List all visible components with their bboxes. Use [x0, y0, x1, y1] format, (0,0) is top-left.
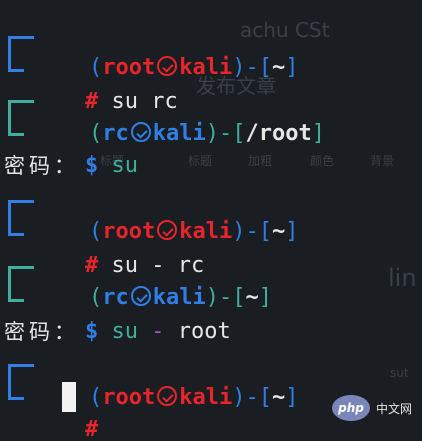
- prompt-bracket-bottom: [8, 218, 24, 236]
- command-line-2: $ su: [32, 118, 138, 178]
- command-flag: -: [151, 319, 165, 344]
- prompt-bracket-top: [8, 266, 34, 286]
- prompt-header-2: (rc kali)-[/root]: [88, 121, 325, 146]
- prompt-bracket-bottom: [8, 382, 24, 400]
- prompt-bracket-top: [8, 364, 34, 384]
- prompt-path: ~: [245, 285, 259, 310]
- command-line-3: # su - rc: [32, 218, 204, 278]
- command-line-4: $ su - root: [32, 284, 231, 344]
- prompt-bracket-bottom: [8, 284, 24, 302]
- prompt-host: kali: [152, 121, 206, 146]
- kali-icon: [157, 386, 178, 406]
- prompt-header-3: (root kali)-[~]: [88, 219, 299, 244]
- prompt-bracket-bottom: [8, 54, 24, 72]
- prompt-header-1: (root kali)-[~]: [88, 55, 299, 80]
- prompt-bracket-top: [8, 36, 34, 56]
- prompt-header-4: (rc kali)-[~]: [88, 285, 272, 310]
- prompt-path: /root: [245, 121, 312, 146]
- prompt-user: root: [102, 385, 156, 410]
- command-arg: root: [177, 319, 231, 344]
- prompt-bracket-top: [8, 100, 34, 120]
- password-prompt-1: 密码：: [4, 154, 79, 178]
- ghost-toolbar-5: 背景: [370, 154, 395, 168]
- prompt-bracket-top: [8, 200, 34, 220]
- prompt-header-5: (root kali)-[~]: [88, 385, 299, 410]
- command-line-1: # su rc: [32, 54, 178, 114]
- prompt-host: kali: [179, 385, 233, 410]
- prompt-path: ~: [271, 219, 286, 244]
- watermark: php 中文网: [331, 395, 412, 421]
- php-logo-icon: php: [331, 395, 370, 421]
- command-text: su: [111, 319, 138, 344]
- prompt-symbol: $: [84, 319, 99, 344]
- password-prompt-2: 密码：: [4, 320, 79, 344]
- terminal-cursor[interactable]: [62, 382, 76, 412]
- watermark-text: 中文网: [375, 401, 412, 416]
- ghost-side-1: lin: [388, 264, 417, 292]
- ghost-toolbar-2: 标题: [188, 154, 213, 168]
- prompt-path: ~: [271, 385, 286, 410]
- prompt-host: kali: [179, 55, 233, 80]
- ghost-toolbar-3: 加粗: [248, 154, 273, 168]
- prompt-bracket-bottom: [8, 118, 24, 136]
- prompt-path: ~: [271, 55, 286, 80]
- prompt-symbol: #: [84, 417, 99, 441]
- terminal-window[interactable]: achu CSt 发布文章 标题 标题 加粗 颜色 背景 lin sut (ro…: [0, 0, 422, 441]
- prompt-symbol: $: [84, 153, 99, 178]
- ghost-side-2: sut: [390, 366, 409, 380]
- ghost-toolbar-4: 颜色: [310, 154, 335, 168]
- command-text: su: [111, 153, 138, 178]
